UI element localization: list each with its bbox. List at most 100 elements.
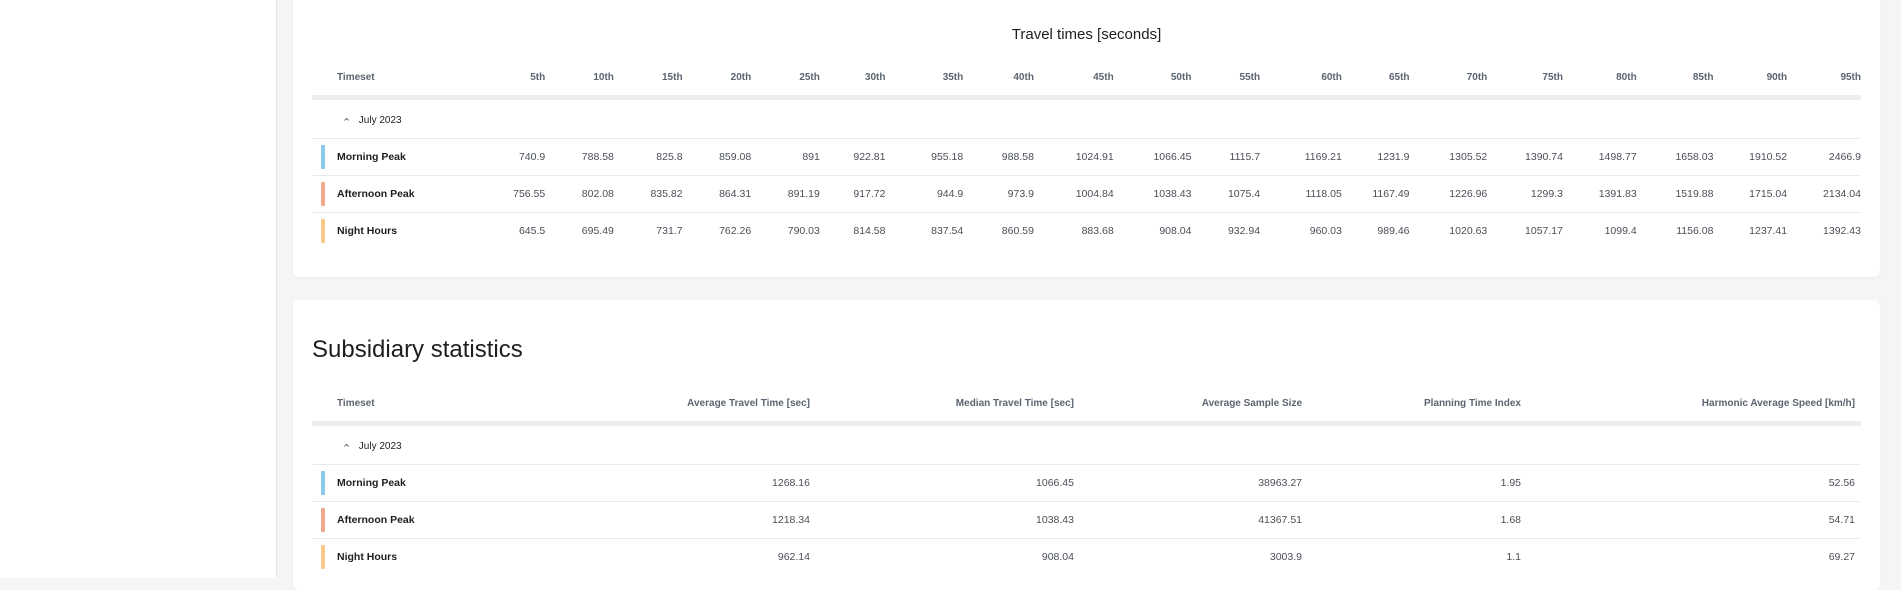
table-cell: 973.9	[963, 175, 1034, 213]
median-travel-time-header[interactable]: Median Travel Time [sec]	[810, 385, 1074, 426]
percentile-header-15th[interactable]: 15th	[613, 59, 683, 100]
table-cell: 1020.63	[1449, 225, 1488, 237]
harmonic-avg-speed-header[interactable]: Harmonic Average Speed [km/h]	[1521, 385, 1861, 426]
timeset-header[interactable]: Timeset	[312, 59, 477, 100]
table-cell: 1066.45	[1113, 138, 1192, 176]
timeset-header[interactable]: Timeset	[312, 385, 475, 426]
percentile-header-5th[interactable]: 5th	[476, 59, 546, 100]
table-cell: 908.04	[1159, 225, 1192, 237]
table-cell: 1156.08	[1676, 225, 1714, 237]
series-cell: Morning Peak	[312, 464, 475, 502]
series-cell: Morning Peak	[312, 138, 477, 176]
table-cell: 1237.41	[1749, 225, 1788, 237]
series-color-swatch	[321, 508, 325, 532]
percentile-header-80th[interactable]: 80th	[1562, 59, 1637, 100]
table-cell: 1391.83	[1562, 175, 1637, 213]
table-cell: 1115.7	[1191, 138, 1261, 176]
table-cell: 1715.04	[1713, 175, 1788, 213]
percentile-header-25th[interactable]: 25th	[751, 59, 820, 100]
percentile-header-75th[interactable]: 75th	[1487, 59, 1563, 100]
table-cell: 1658.03	[1636, 138, 1714, 176]
series-color-swatch	[321, 219, 325, 243]
avg-sample-size-header[interactable]: Average Sample Size	[1074, 385, 1302, 426]
table-cell: 1167.49	[1341, 175, 1410, 213]
table-cell: 2134.04	[1787, 175, 1861, 213]
left-sidebar-panel	[0, 0, 277, 578]
subsidiary-statistics-card: Subsidiary statistics Timeset Average Tr…	[293, 300, 1880, 590]
group-row-july-2023[interactable]: ⌃ July 2023	[312, 97, 1861, 139]
table-cell: 645.5	[518, 225, 546, 237]
table-cell-avg-travel-time: 962.14	[777, 551, 810, 563]
table-row-afternoon-peak: Afternoon Peak 756.55 802.08 835.82 864.31 89…	[312, 175, 1861, 213]
subsidiary-statistics-title: Subsidiary statistics	[312, 336, 523, 363]
table-cell-avg-sample-size: 38963.27	[1074, 464, 1302, 502]
percentile-header-70th[interactable]: 70th	[1409, 59, 1488, 100]
table-cell: 756.55	[476, 175, 546, 213]
travel-times-table: Timeset 5th 10th 15th 20th 25th 30th 35th 40th 4…	[312, 59, 1861, 249]
table-cell-harmonic-avg-speed: 54.71	[1521, 501, 1861, 539]
table-cell: 1226.96	[1409, 175, 1488, 213]
series-cell: Afternoon Peak	[312, 175, 477, 213]
percentile-header-35th[interactable]: 35th	[885, 59, 964, 100]
series-color-swatch	[321, 471, 325, 495]
table-cell-avg-sample-size: 3003.9	[1269, 551, 1302, 563]
series-cell: Night Hours	[312, 539, 475, 576]
percentile-header-55th[interactable]: 55th	[1191, 59, 1261, 100]
percentile-header-10th[interactable]: 10th	[545, 59, 614, 100]
table-cell: 1075.4	[1191, 175, 1261, 213]
table-cell-avg-travel-time: 1218.34	[475, 501, 810, 539]
table-row-night-hours: Night Hours 962.14 908.04 3003.9 1.1 69.27	[312, 539, 1861, 576]
table-cell: 859.08	[682, 138, 752, 176]
table-cell: 825.8	[613, 138, 683, 176]
subsidiary-statistics-table: Timeset Average Travel Time [sec] Median…	[312, 385, 1861, 575]
percentile-header-40th[interactable]: 40th	[963, 59, 1034, 100]
table-cell: 1004.84	[1033, 175, 1114, 213]
travel-times-card: Travel times [seconds] Timeset 5th 10th 15…	[293, 0, 1880, 277]
table-cell: 762.26	[719, 225, 752, 237]
group-row-july-2023[interactable]: ⌃ July 2023	[312, 423, 1861, 465]
series-label: Morning Peak	[337, 151, 406, 163]
table-cell: 955.18	[885, 138, 964, 176]
table-cell: 891	[751, 138, 820, 176]
table-cell: 1392.43	[1823, 225, 1861, 237]
percentile-header-65th[interactable]: 65th	[1341, 59, 1410, 100]
table-cell: 1910.52	[1713, 138, 1788, 176]
chevron-up-icon[interactable]: ⌃	[342, 442, 356, 455]
table-row-morning-peak: Morning Peak 740.9 788.58 825.8 859.08 891 922…	[312, 138, 1861, 176]
percentile-header-90th[interactable]: 90th	[1713, 59, 1788, 100]
group-label: July 2023	[358, 440, 402, 452]
series-label: Morning Peak	[337, 477, 406, 489]
table-cell: 932.94	[1227, 225, 1261, 237]
series-cell: Night Hours	[312, 213, 477, 250]
group-label: July 2023	[358, 114, 402, 126]
percentile-header-45th[interactable]: 45th	[1033, 59, 1114, 100]
table-cell: 837.54	[931, 225, 964, 237]
planning-time-index-header[interactable]: Planning Time Index	[1302, 385, 1521, 426]
series-label: Night Hours	[337, 225, 398, 237]
table-row-night-hours: Night Hours 645.5 695.49 731.7 762.26 790.03 8…	[312, 213, 1861, 250]
table-cell: 802.08	[545, 175, 614, 213]
table-cell: 864.31	[682, 175, 752, 213]
table-cell-avg-travel-time: 1268.16	[475, 464, 810, 502]
table-cell: 731.7	[656, 225, 683, 237]
percentile-header-60th[interactable]: 60th	[1260, 59, 1342, 100]
chevron-up-icon[interactable]: ⌃	[342, 116, 356, 129]
table-cell: 1118.05	[1260, 175, 1342, 213]
table-cell: 790.03	[787, 225, 820, 237]
percentile-header-85th[interactable]: 85th	[1636, 59, 1714, 100]
table-cell-planning-time-index: 1.1	[1506, 551, 1521, 563]
table-cell-median-travel-time: 1038.43	[810, 501, 1074, 539]
table-cell: 988.58	[963, 138, 1034, 176]
table-cell: 1057.17	[1525, 225, 1563, 237]
table-cell: 1038.43	[1113, 175, 1192, 213]
table-cell-harmonic-avg-speed: 69.27	[1828, 551, 1855, 563]
percentile-header-20th[interactable]: 20th	[682, 59, 752, 100]
percentile-header-50th[interactable]: 50th	[1113, 59, 1192, 100]
table-cell: 1498.77	[1562, 138, 1637, 176]
table-cell-planning-time-index: 1.95	[1302, 464, 1521, 502]
table-cell: 860.59	[1001, 225, 1034, 237]
percentile-header-30th[interactable]: 30th	[819, 59, 886, 100]
avg-travel-time-header[interactable]: Average Travel Time [sec]	[475, 385, 810, 426]
percentile-header-95th[interactable]: 95th	[1787, 59, 1861, 100]
table-cell: 814.58	[853, 225, 886, 237]
